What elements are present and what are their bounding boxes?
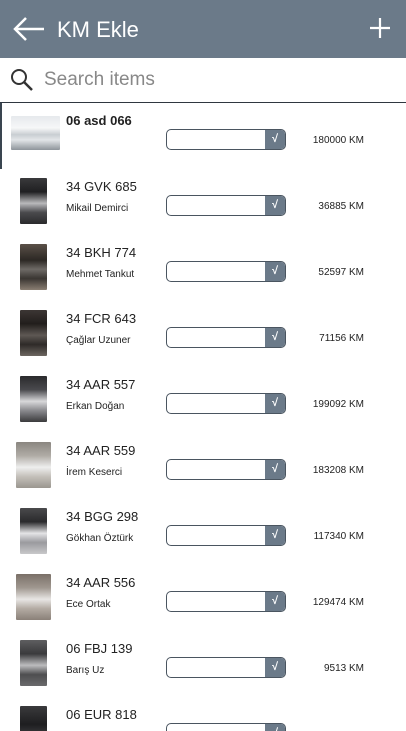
car-photo xyxy=(20,310,47,356)
km-value: 129474 KM xyxy=(312,597,364,608)
driver-name: Mikail Demirci xyxy=(66,203,129,214)
list-item[interactable]: 34 BGG 298 Gökhan Öztürk √ 117340 KM xyxy=(0,499,406,565)
vehicle-plate: 34 AAR 556 xyxy=(66,575,136,590)
vehicle-plate: 34 FCR 643 xyxy=(66,311,137,326)
checkmark-icon[interactable]: √ xyxy=(265,724,285,731)
checkmark-icon[interactable]: √ xyxy=(265,592,285,611)
checkmark-icon[interactable]: √ xyxy=(265,394,285,413)
driver-name: Erkan Doğan xyxy=(66,401,125,412)
km-input[interactable]: √ xyxy=(166,129,286,150)
search-bar xyxy=(0,58,406,103)
vehicle-plate: 06 asd 066 xyxy=(66,113,132,128)
vehicle-list: 06 asd 066 √ 180000 KM 34 GVK 685 Mikail… xyxy=(0,103,406,731)
list-item[interactable]: 34 FCR 643 Çağlar Uzuner √ 71156 KM xyxy=(0,301,406,367)
driver-name: Barış Uz xyxy=(66,665,105,676)
car-photo xyxy=(20,508,47,554)
driver-name: Çağlar Uzuner xyxy=(66,335,131,346)
car-photo xyxy=(16,574,51,620)
vehicle-plate: 06 EUR 818 xyxy=(66,707,137,722)
checkmark-icon[interactable]: √ xyxy=(265,262,285,281)
km-input[interactable]: √ xyxy=(166,195,286,216)
vehicle-plate: 34 BKH 774 xyxy=(66,245,137,260)
driver-name: İrem Keserci xyxy=(66,467,123,478)
km-input[interactable]: √ xyxy=(166,261,286,282)
checkmark-icon[interactable]: √ xyxy=(265,328,285,347)
list-item[interactable]: 06 asd 066 √ 180000 KM xyxy=(0,103,406,169)
km-value: 36885 KM xyxy=(318,201,364,212)
list-item[interactable]: 06 EUR 818 √ xyxy=(0,697,406,731)
checkmark-icon[interactable]: √ xyxy=(265,526,285,545)
vehicle-plate: 06 FBJ 139 xyxy=(66,641,133,656)
driver-name: Gökhan Öztürk xyxy=(66,533,134,544)
car-photo xyxy=(16,442,51,488)
car-photo xyxy=(11,116,60,150)
driver-name: Mehmet Tankut xyxy=(66,269,135,280)
km-input[interactable]: √ xyxy=(166,327,286,348)
list-item[interactable]: 34 AAR 559 İrem Keserci √ 183208 KM xyxy=(0,433,406,499)
km-value: 9513 KM xyxy=(323,663,364,674)
car-photo xyxy=(20,640,47,686)
km-input[interactable]: √ xyxy=(166,525,286,546)
km-input[interactable]: √ xyxy=(166,393,286,414)
checkmark-icon[interactable]: √ xyxy=(265,130,285,149)
app-header: KM Ekle xyxy=(0,0,406,58)
km-input[interactable]: √ xyxy=(166,591,286,612)
driver-name: Ece Ortak xyxy=(66,599,111,610)
car-photo xyxy=(20,178,47,224)
km-input[interactable]: √ xyxy=(166,657,286,678)
km-value: 180000 KM xyxy=(312,135,364,146)
km-value: 71156 KM xyxy=(319,333,364,344)
list-item[interactable]: 06 FBJ 139 Barış Uz √ 9513 KM xyxy=(0,631,406,697)
car-photo xyxy=(20,706,47,731)
back-arrow-icon[interactable] xyxy=(12,14,46,44)
km-value: 199092 KM xyxy=(312,399,364,410)
vehicle-plate: 34 BGG 298 xyxy=(66,509,139,524)
vehicle-plate: 34 AAR 557 xyxy=(66,377,136,392)
list-item[interactable]: 34 BKH 774 Mehmet Tankut √ 52597 KM xyxy=(0,235,406,301)
vehicle-plate: 34 GVK 685 xyxy=(66,179,137,194)
km-value: 117340 KM xyxy=(313,531,364,542)
search-icon xyxy=(10,68,34,92)
checkmark-icon[interactable]: √ xyxy=(265,196,285,215)
list-item[interactable]: 34 AAR 556 Ece Ortak √ 129474 KM xyxy=(0,565,406,631)
add-plus-icon[interactable] xyxy=(368,16,392,40)
vehicle-plate: 34 AAR 559 xyxy=(66,443,136,458)
km-input[interactable]: √ xyxy=(166,459,286,480)
car-photo xyxy=(20,244,47,290)
km-value: 52597 KM xyxy=(318,267,364,278)
search-input[interactable] xyxy=(44,66,394,94)
checkmark-icon[interactable]: √ xyxy=(265,658,285,677)
list-item[interactable]: 34 GVK 685 Mikail Demirci √ 36885 KM xyxy=(0,169,406,235)
km-value: 183208 KM xyxy=(312,465,364,476)
list-item[interactable]: 34 AAR 557 Erkan Doğan √ 199092 KM xyxy=(0,367,406,433)
page-title: KM Ekle xyxy=(57,17,139,42)
checkmark-icon[interactable]: √ xyxy=(265,460,285,479)
km-input[interactable]: √ xyxy=(166,723,286,731)
car-photo xyxy=(20,376,47,422)
